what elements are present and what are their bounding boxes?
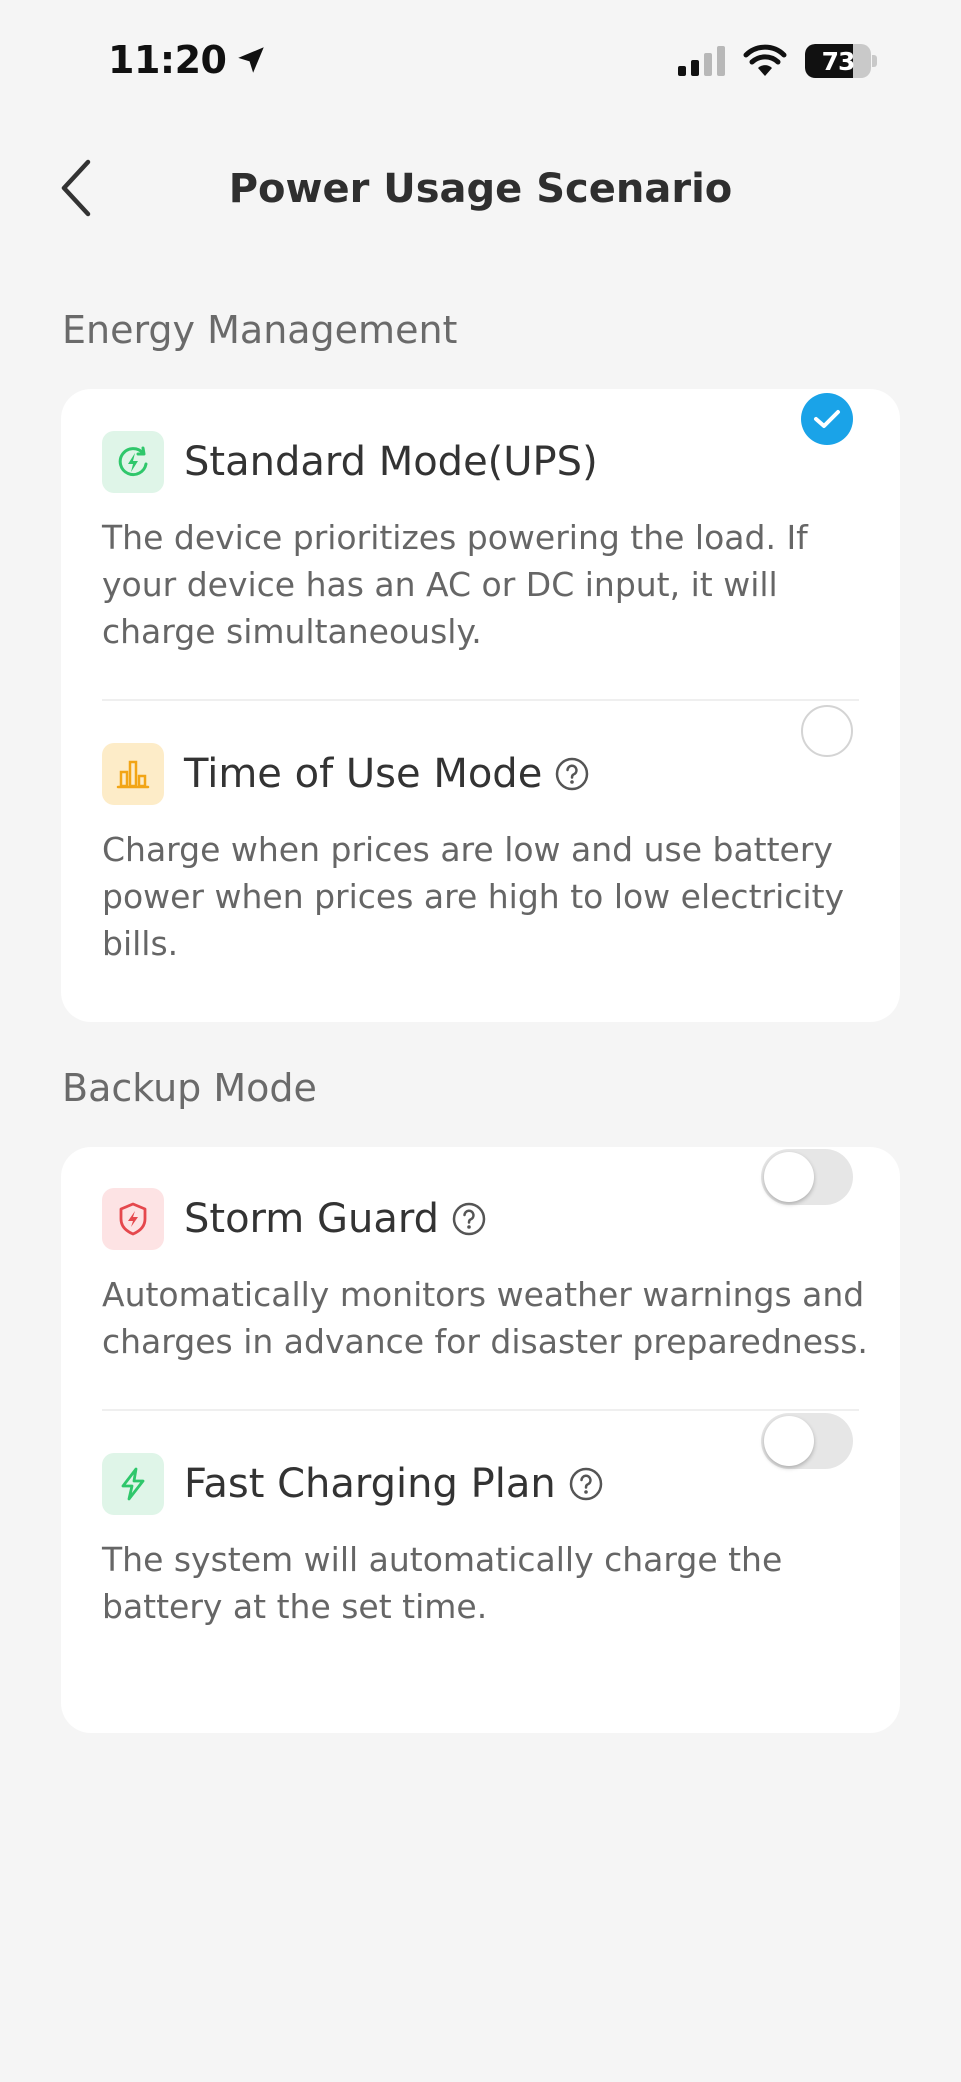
backup-mode-card: Storm Guard Automatically monitors weath…: [61, 1147, 900, 1733]
checkmark-icon: [814, 410, 840, 428]
status-icons: 73: [678, 44, 877, 78]
time-of-use-mode-option[interactable]: Time of Use Mode Charge when prices are …: [61, 701, 900, 967]
lightning-circle-icon: [102, 431, 164, 493]
fast-charging-plan-title: Fast Charging Plan: [184, 1461, 556, 1507]
backup-mode-title: Backup Mode: [62, 1066, 317, 1110]
storm-guard-toggle[interactable]: [761, 1149, 853, 1205]
energy-management-card: Standard Mode(UPS) The device prioritize…: [61, 389, 900, 1022]
standard-mode-radio[interactable]: [801, 393, 853, 445]
status-bar: 11:20 73: [0, 0, 961, 120]
storm-guard-title: Storm Guard: [184, 1196, 439, 1242]
status-time: 11:20: [108, 38, 227, 82]
power-usage-scenario-screen: 11:20 73 Power Usage Scenario Energy Man…: [0, 0, 961, 2082]
fast-charging-plan-description: The system will automatically charge the…: [102, 1540, 783, 1626]
status-time-group: 11:20: [108, 38, 268, 82]
storm-guard-option: Storm Guard Automatically monitors weath…: [61, 1147, 900, 1365]
location-arrow-icon: [238, 47, 265, 73]
time-of-use-mode-radio[interactable]: [801, 705, 853, 757]
time-of-use-mode-description: Charge when prices are low and use batte…: [102, 830, 845, 963]
standard-mode-description: The device prioritizes powering the load…: [102, 518, 808, 651]
page-title: Power Usage Scenario: [228, 166, 733, 212]
wifi-icon: [743, 44, 787, 76]
fast-charging-plan-option: Fast Charging Plan The system will autom…: [61, 1411, 900, 1630]
lightning-bolt-icon: [102, 1453, 164, 1515]
standard-mode-title: Standard Mode(UPS): [184, 439, 598, 485]
help-icon[interactable]: [568, 1466, 604, 1502]
help-icon[interactable]: [554, 756, 590, 792]
bar-chart-icon: [102, 743, 164, 805]
standard-mode-option[interactable]: Standard Mode(UPS) The device prioritize…: [61, 389, 900, 655]
battery-level: 73: [821, 46, 856, 76]
header: Power Usage Scenario: [0, 140, 961, 236]
fast-charging-plan-toggle[interactable]: [761, 1413, 853, 1469]
time-of-use-mode-title: Time of Use Mode: [184, 751, 543, 797]
battery-icon: 73: [805, 44, 877, 78]
shield-lightning-icon: [102, 1188, 164, 1250]
storm-guard-description: Automatically monitors weather warnings …: [102, 1275, 868, 1361]
cellular-signal-icon: [678, 46, 725, 76]
help-icon[interactable]: [451, 1201, 487, 1237]
energy-management-title: Energy Management: [62, 308, 458, 352]
